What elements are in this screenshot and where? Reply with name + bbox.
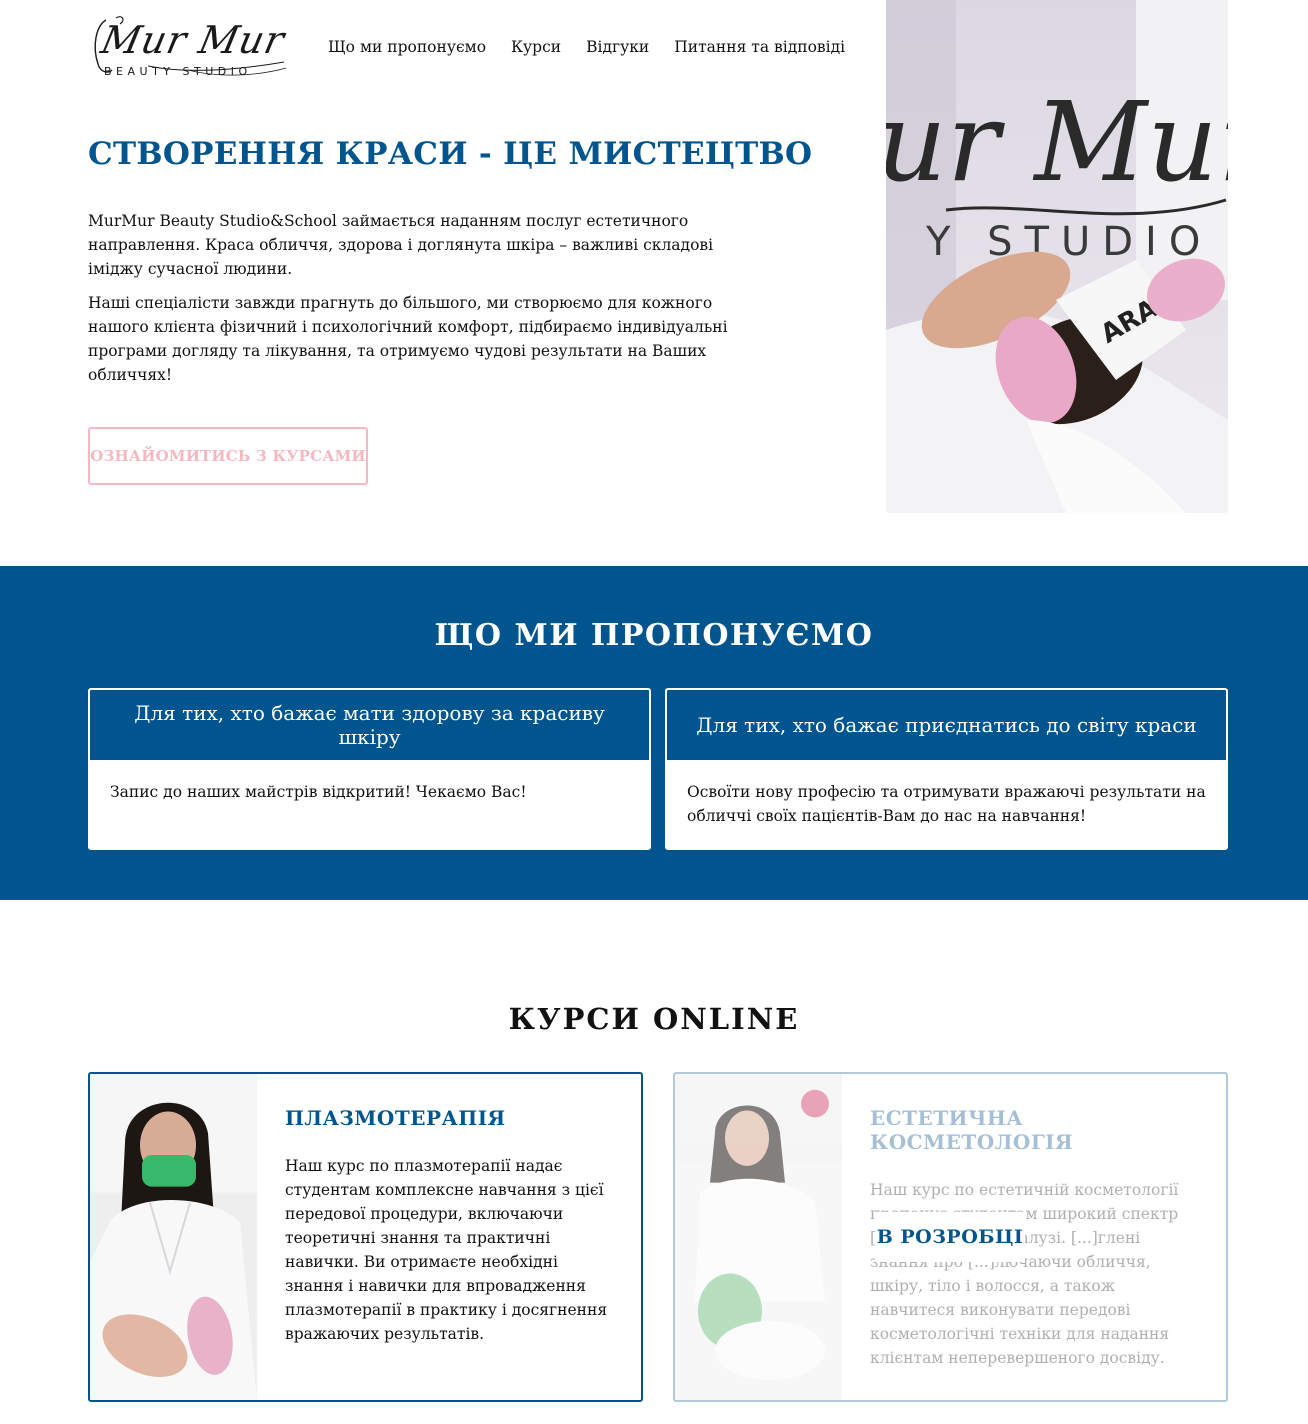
course-description: Наш курс по естетичній косметології проп… [870, 1181, 1179, 1367]
main-nav: Що ми пропонуємо Курси Відгуки Питання т… [328, 38, 845, 56]
hero-photo-illustration: ur Mur Y STUDIO ARA [886, 0, 1228, 513]
nav-item-courses[interactable]: Курси [511, 38, 561, 56]
hero-paragraph-2: Наші спеціалісти завжди прагнуть до біль… [88, 294, 728, 384]
in-development-badge: В РОЗРОБЦІ [875, 1212, 1025, 1262]
course-name: ЕСТЕТИЧНА КОСМЕТОЛОГІЯ [870, 1106, 1074, 1154]
logo[interactable]: Mur Mur BEAUTY STUDIO [88, 12, 289, 82]
courses-title: КУРСИ ONLINE [508, 1002, 800, 1036]
offer-card-beauty[interactable]: Для тих, хто бажає приєднатись до світу … [665, 688, 1228, 850]
logo-subtitle: BEAUTY STUDIO [104, 65, 252, 78]
offer-section: ЩО МИ ПРОПОНУЄМО Для тих, хто бажає мати… [0, 566, 1308, 900]
offer-card-text: Освоїти нову професію та отримувати враж… [687, 783, 1206, 825]
nav-item-reviews[interactable]: Відгуки [586, 38, 649, 56]
course-card-aesthetic-cosmetology[interactable]: ЕСТЕТИЧНА КОСМЕТОЛОГІЯ Наш курс по естет… [673, 1072, 1228, 1402]
offer-card-heading: Для тих, хто бажає приєднатись до світу … [667, 690, 1226, 760]
offer-card-text: Запис до наших майстрів відкритий! Чекає… [110, 783, 527, 801]
offer-title: ЩО МИ ПРОПОНУЄМО [434, 618, 874, 653]
logo-script-text: Mur Mur [97, 18, 289, 62]
photo-logo-text: ur Mur [886, 78, 1228, 206]
hero-photo: ur Mur Y STUDIO ARA [886, 0, 1228, 513]
offer-card-skin[interactable]: Для тих, хто бажає мати здорову за краси… [88, 688, 651, 850]
nav-item-offer[interactable]: Що ми пропонуємо [328, 38, 486, 56]
hero-title: СТВОРЕННЯ КРАСИ - ЦЕ МИСТЕЦТВО [88, 136, 813, 172]
hero-paragraph-1: MurMur Beauty Studio&School займається н… [88, 212, 714, 278]
course-body: ПЛАЗМОТЕРАПІЯ Наш курс по плазмотерапії … [285, 1106, 615, 1346]
view-courses-button[interactable]: ОЗНАЙОМИТИСЬ З КУРСАМИ [88, 427, 368, 485]
course-photo-cosmetology [675, 1074, 842, 1400]
nav-item-faq[interactable]: Питання та відповіді [674, 38, 845, 56]
offer-card-heading: Для тих, хто бажає мати здорову за краси… [90, 690, 649, 760]
course-description: Наш курс по плазмотерапії надає студента… [285, 1157, 608, 1343]
photo-logo-subtext: Y STUDIO [925, 219, 1212, 265]
course-card-plasmotherapy[interactable]: ПЛАЗМОТЕРАПІЯ Наш курс по плазмотерапії … [88, 1072, 643, 1402]
course-photo-plasmotherapy [90, 1074, 257, 1400]
course-name: ПЛАЗМОТЕРАПІЯ [285, 1106, 506, 1130]
